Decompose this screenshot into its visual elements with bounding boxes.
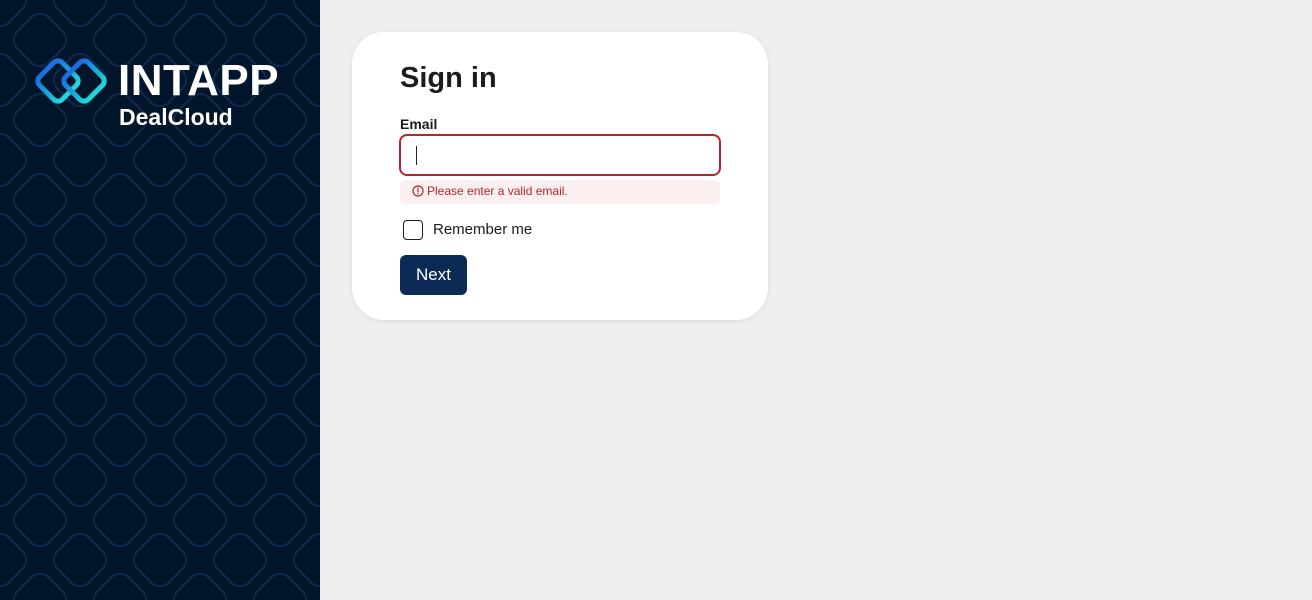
email-field[interactable] bbox=[399, 134, 721, 176]
next-button[interactable]: Next bbox=[400, 255, 467, 295]
remember-me-row: Remember me bbox=[403, 220, 603, 240]
error-text: Please enter a valid email. bbox=[427, 184, 568, 198]
alert-circle-icon bbox=[412, 185, 424, 197]
signin-card: Sign in Email Please enter a valid email… bbox=[352, 32, 768, 320]
email-error-message: Please enter a valid email. bbox=[400, 180, 720, 204]
text-caret bbox=[416, 146, 417, 165]
brand-logo: INTAPP DealCloud bbox=[32, 55, 302, 135]
brand-product-name: DealCloud bbox=[119, 104, 233, 130]
remember-me-checkbox[interactable] bbox=[403, 220, 423, 240]
email-label: Email bbox=[400, 116, 438, 132]
brand-name: INTAPP bbox=[118, 56, 280, 105]
page-title: Sign in bbox=[400, 62, 497, 94]
intapp-logo-icon bbox=[35, 58, 107, 104]
brand-side-panel: INTAPP DealCloud bbox=[0, 0, 320, 600]
remember-me-label[interactable]: Remember me bbox=[433, 221, 532, 239]
